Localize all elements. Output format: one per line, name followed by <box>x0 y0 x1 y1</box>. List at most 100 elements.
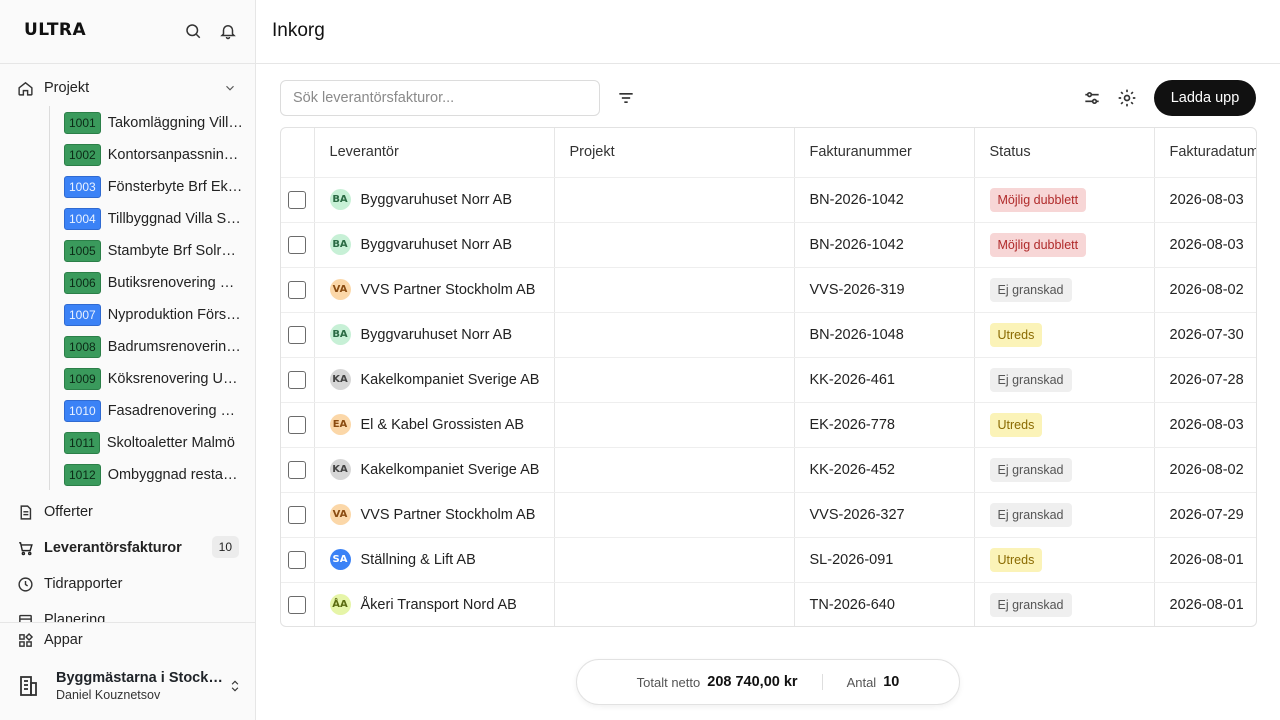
row-select-cell <box>281 177 315 223</box>
search-input[interactable] <box>280 80 600 116</box>
row-checkbox[interactable] <box>288 370 307 389</box>
sidebar-project-item[interactable]: 1012 Ombyggnad restaurang <box>64 459 244 491</box>
supplier-cell: BA Byggvaruhuset Norr AB <box>314 177 555 223</box>
search-icon[interactable] <box>184 22 202 40</box>
project-cell[interactable] <box>554 582 795 626</box>
invoice-table: Leverantör Projekt Fakturanummer Status … <box>280 127 1257 627</box>
sidebar-item-leverantorsfakturor[interactable]: Leverantörsfakturor 10 <box>16 534 239 562</box>
supplier-avatar: SA <box>329 549 351 570</box>
sidebar-project-item[interactable]: 1008 Badrumsrenovering Lund <box>64 331 244 363</box>
status-cell: Utreds <box>974 537 1155 583</box>
header-divider <box>256 63 1280 64</box>
project-code-badge: 1002 <box>64 144 101 166</box>
column-header-fakturanummer[interactable]: Fakturanummer <box>794 128 975 178</box>
row-checkbox[interactable] <box>288 190 307 209</box>
column-header-status[interactable]: Status <box>974 128 1155 178</box>
sidebar-project-item[interactable]: 1006 Butiksrenovering Centrum <box>64 267 244 299</box>
row-checkbox[interactable] <box>288 505 307 524</box>
column-header-projekt[interactable]: Projekt <box>554 128 795 178</box>
building-icon <box>16 674 40 698</box>
sidebar-item-planering[interactable]: Planering <box>16 606 239 622</box>
row-checkbox[interactable] <box>288 415 307 434</box>
row-select-cell <box>281 402 315 448</box>
bell-icon[interactable] <box>219 22 237 40</box>
organization-name: Byggmästarna i Stockholm AB <box>56 670 228 686</box>
row-checkbox[interactable] <box>288 325 307 344</box>
sidebar-project-item[interactable]: 1003 Fönsterbyte Brf Ekbacken <box>64 171 244 203</box>
row-checkbox[interactable] <box>288 235 307 254</box>
sliders-icon[interactable] <box>1082 88 1102 108</box>
gear-icon[interactable] <box>1117 88 1137 108</box>
table-row[interactable]: VA VVS Partner Stockholm AB VVS-2026-327 Ej… <box>281 492 1256 538</box>
user-name: Daniel Kouznetsov <box>56 688 161 702</box>
invoice-date-cell: 2026-08-01 <box>1154 537 1256 583</box>
chevron-down-icon[interactable] <box>223 81 237 95</box>
project-cell[interactable] <box>554 492 795 538</box>
status-badge: Utreds <box>989 322 1043 347</box>
organization-switcher[interactable]: Byggmästarna i Stockholm AB Daniel Kouzn… <box>16 666 242 706</box>
column-header-fakturadatum[interactable]: Fakturadatum <box>1154 128 1256 178</box>
table-row[interactable]: KA Kakelkompaniet Sverige AB KK-2026-452 Ej… <box>281 447 1256 493</box>
supplier-name: Byggvaruhuset Norr AB <box>360 236 513 253</box>
project-code-badge: 1005 <box>64 240 101 262</box>
status-cell: Möjlig dubblett <box>974 222 1155 268</box>
sidebar-project-item[interactable]: 1009 Köksrenovering Uppsala <box>64 363 244 395</box>
invoice-date-cell: 2026-07-30 <box>1154 312 1256 358</box>
project-name: Fasadrenovering Brf Lärken <box>107 403 244 419</box>
table-row[interactable]: ÅA Åkeri Transport Nord AB TN-2026-640 Ej g… <box>281 582 1256 626</box>
table-row[interactable]: KA Kakelkompaniet Sverige AB KK-2026-461 Ej… <box>281 357 1256 403</box>
upload-button[interactable]: Ladda upp <box>1154 80 1256 116</box>
project-cell[interactable] <box>554 267 795 313</box>
project-cell[interactable] <box>554 312 795 358</box>
summary-bar: Totalt netto 208 740,00 kr Antal 10 <box>576 659 960 705</box>
project-cell[interactable] <box>554 537 795 583</box>
status-badge: Ej granskad <box>989 502 1072 527</box>
status-badge: Utreds <box>989 412 1043 437</box>
sidebar-project-item[interactable]: 1004 Tillbyggnad Villa Strand <box>64 203 244 235</box>
row-checkbox[interactable] <box>288 460 307 479</box>
sidebar-project-item[interactable]: 1001 Takomläggning Villa Lindqvist <box>64 107 244 139</box>
sidebar-item-tidrapporter[interactable]: Tidrapporter <box>16 570 239 598</box>
project-cell[interactable] <box>554 177 795 223</box>
brand-logo: ULTRA <box>24 20 87 40</box>
project-cell[interactable] <box>554 447 795 493</box>
project-cell[interactable] <box>554 222 795 268</box>
table-row[interactable]: BA Byggvaruhuset Norr AB BN-2026-1048 Utred… <box>281 312 1256 358</box>
status-cell: Möjlig dubblett <box>974 177 1155 223</box>
sidebar-project-item[interactable]: 1005 Stambyte Brf Solrosen <box>64 235 244 267</box>
sidebar-project-item[interactable]: 1002 Kontorsanpassning Kv. Eken <box>64 139 244 171</box>
table-row[interactable]: BA Byggvaruhuset Norr AB BN-2026-1042 Möjli… <box>281 222 1256 268</box>
row-checkbox[interactable] <box>288 280 307 299</box>
column-header-leverantor[interactable]: Leverantör <box>314 128 555 178</box>
project-cell[interactable] <box>554 402 795 448</box>
filter-icon[interactable] <box>616 88 636 108</box>
sidebar-project-item[interactable]: 1010 Fasadrenovering Brf Lärken <box>64 395 244 427</box>
sidebar-item-projekt[interactable]: Projekt <box>16 74 239 102</box>
table-row[interactable]: BA Byggvaruhuset Norr AB BN-2026-1042 Möjli… <box>281 177 1256 223</box>
row-checkbox[interactable] <box>288 550 307 569</box>
row-select-cell <box>281 537 315 583</box>
table-row[interactable]: EA El & Kabel Grossisten AB EK-2026-778 Utr… <box>281 402 1256 448</box>
status-badge: Ej granskad <box>989 592 1072 617</box>
invoice-number-cell: BN-2026-1048 <box>794 312 975 358</box>
status-badge: Möjlig dubblett <box>989 187 1087 212</box>
sidebar-item-offerter[interactable]: Offerter <box>16 498 239 526</box>
document-icon <box>16 503 34 521</box>
status-badge: Ej granskad <box>989 367 1072 392</box>
row-checkbox[interactable] <box>288 595 307 614</box>
sidebar-project-item[interactable]: 1007 Nyproduktion Förskola <box>64 299 244 331</box>
status-badge: Utreds <box>989 547 1043 572</box>
project-cell[interactable] <box>554 357 795 403</box>
supplier-cell: VA VVS Partner Stockholm AB <box>314 492 555 538</box>
status-cell: Ej granskad <box>974 582 1155 626</box>
apps-icon <box>16 631 34 649</box>
table-row[interactable]: VA VVS Partner Stockholm AB VVS-2026-319 Ej… <box>281 267 1256 313</box>
supplier-name: VVS Partner Stockholm AB <box>360 281 536 298</box>
supplier-avatar: BA <box>329 324 351 345</box>
row-select-cell <box>281 357 315 403</box>
sidebar-project-item[interactable]: 1011 Skoltoaletter Malmö <box>64 427 244 459</box>
invoice-date-cell: 2026-07-29 <box>1154 492 1256 538</box>
sidebar-item-appar[interactable]: Appar <box>16 626 239 654</box>
invoice-number-cell: KK-2026-461 <box>794 357 975 403</box>
table-row[interactable]: SA Ställning & Lift AB SL-2026-091 Utreds 20… <box>281 537 1256 583</box>
